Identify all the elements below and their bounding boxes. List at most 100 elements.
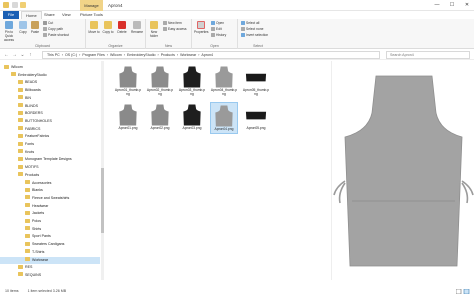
nav-item[interactable]: Shirts <box>0 226 100 233</box>
paste-button[interactable]: Paste <box>30 21 40 34</box>
file-tile[interactable]: Apron04_thumb.png <box>210 64 238 96</box>
file-tile[interactable]: Apron04.png <box>210 102 238 134</box>
move-to-icon <box>90 21 98 29</box>
nav-item-label: Products <box>25 172 40 177</box>
breadcrumb-item[interactable]: EmbroideryStudio <box>127 53 156 57</box>
nav-item[interactable]: MOTIFS <box>0 164 100 171</box>
nav-item[interactable]: BORDERS <box>0 110 100 117</box>
forward-button[interactable]: → <box>11 51 18 59</box>
nav-item[interactable]: Fleece and Sweatshirts <box>0 195 100 202</box>
properties-icon[interactable] <box>12 2 18 8</box>
apron-thumbnail-image <box>245 73 267 82</box>
manage-contextual-tab[interactable]: Manage <box>80 0 103 11</box>
nav-item[interactable]: Headwear <box>0 203 100 210</box>
nav-item-label: BLINDS <box>25 103 38 108</box>
maximize-button[interactable]: ☐ <box>445 0 459 11</box>
copy-path-button[interactable]: Copy path <box>43 27 63 32</box>
nav-item[interactable]: Blanks <box>0 187 100 194</box>
breadcrumb-item[interactable]: Program Files <box>82 53 104 57</box>
nav-item[interactable]: BUTTONHOLES <box>0 118 100 125</box>
nav-item[interactable]: Accessories <box>0 180 100 187</box>
view-toggle-icons[interactable] <box>456 289 470 294</box>
file-tile[interactable]: Apron05_thumb.png <box>242 64 270 96</box>
open-button[interactable]: Open <box>211 21 224 26</box>
easy-access-button[interactable]: Easy access <box>163 27 187 32</box>
nav-item[interactable]: Billboards <box>0 87 100 94</box>
nav-item[interactable]: Jackets <box>0 210 100 217</box>
delete-button[interactable]: Delete <box>116 21 128 34</box>
file-tile[interactable]: Apron03_thumb.png <box>178 64 206 96</box>
file-tile[interactable]: Apron02.png <box>146 102 174 134</box>
search-input[interactable]: Search Apron4 <box>386 51 470 59</box>
nav-item[interactable]: FeatureFabrics <box>0 133 100 140</box>
nav-scrollbar-thumb[interactable] <box>101 168 104 233</box>
new-item-button[interactable]: New item <box>163 21 182 26</box>
folder-icon <box>18 272 23 277</box>
pin-button[interactable]: Pin to Quick access <box>2 21 16 42</box>
nav-item[interactable]: BEADS <box>0 79 100 86</box>
nav-item[interactable]: Sport Pants <box>0 233 100 240</box>
properties-button[interactable]: Properties <box>194 21 209 34</box>
folder-icon <box>18 95 23 100</box>
tab-share[interactable]: Share <box>40 11 59 19</box>
recent-button[interactable]: ⌄ <box>19 51 26 59</box>
close-button[interactable]: ✕ <box>460 0 474 11</box>
select-all-button[interactable]: Select all <box>241 21 259 26</box>
nav-item[interactable]: Fonts <box>0 141 100 148</box>
breadcrumb-item[interactable]: Wilcom <box>110 53 122 57</box>
nav-item[interactable]: EmbroideryStudio <box>0 72 100 79</box>
nav-scrollbar[interactable] <box>101 61 104 280</box>
file-tile[interactable]: Apron03.png <box>178 102 206 134</box>
nav-item[interactable]: Wilcom <box>0 64 100 71</box>
nav-item[interactable]: T-Shirts <box>0 249 100 256</box>
nav-item[interactable]: Polos <box>0 218 100 225</box>
copy-button[interactable]: Copy <box>18 21 28 34</box>
edit-button[interactable]: Edit <box>211 27 222 32</box>
tab-view[interactable]: View <box>58 11 75 19</box>
file-tile[interactable]: Apron01_thumb.png <box>114 64 142 96</box>
move-to-button[interactable]: Move to <box>88 21 100 34</box>
rename-button[interactable]: Rename <box>130 21 144 34</box>
invert-selection-button[interactable]: Invert selection <box>241 33 268 38</box>
clipboard-group: Pin to Quick access Copy Paste Cut Copy … <box>0 19 86 49</box>
file-tile[interactable]: Apron01.png <box>114 102 142 134</box>
back-button[interactable]: ← <box>3 51 10 59</box>
nav-item[interactable]: Workwear <box>0 256 100 264</box>
new-folder-icon <box>150 21 158 29</box>
new-folder-icon[interactable] <box>20 2 26 8</box>
folder-icon <box>25 180 30 185</box>
nav-item[interactable]: Products <box>0 172 100 179</box>
copy-to-button[interactable]: Copy to <box>102 21 114 34</box>
file-tile[interactable]: Apron05.png <box>242 102 270 134</box>
select-group-label: Select <box>253 44 263 48</box>
address-bar[interactable]: This PC › OS (C:) › Program Files › Wilcom › Emb… <box>42 51 380 59</box>
edit-label: Edit <box>216 27 222 31</box>
nav-item[interactable]: SEQUINS <box>0 272 100 279</box>
tab-home[interactable]: Home <box>21 11 42 19</box>
select-none-button[interactable]: Select none <box>241 27 263 32</box>
nav-item[interactable]: Monogram Template Designs <box>0 156 100 163</box>
nav-item[interactable]: FABRICS <box>0 126 100 133</box>
nav-item[interactable]: RES <box>0 264 100 271</box>
delete-label: Delete <box>117 30 127 34</box>
breadcrumb-item[interactable]: This PC <box>47 53 60 57</box>
tab-file[interactable]: File <box>3 11 19 19</box>
history-button[interactable]: History <box>211 33 226 38</box>
nav-item[interactable]: BIN <box>0 95 100 102</box>
breadcrumb-item[interactable]: OS (C:) <box>65 53 77 57</box>
breadcrumb-item[interactable]: Apron4 <box>201 53 213 57</box>
nav-item[interactable]: BLINDS <box>0 103 100 110</box>
up-button[interactable]: ↑ <box>27 51 34 59</box>
new-folder-button[interactable]: New folder <box>148 21 160 38</box>
cut-button[interactable]: Cut <box>43 21 53 26</box>
tab-picture-tools[interactable]: Picture Tools <box>76 11 107 19</box>
select-group: Select all Select none Invert selection … <box>238 19 278 49</box>
breadcrumb-item[interactable]: Workwear <box>180 53 196 57</box>
nav-item[interactable]: Knots <box>0 149 100 156</box>
file-tile[interactable]: Apron02_thumb.png <box>146 64 174 96</box>
nav-item[interactable]: Sweaters Cardigans <box>0 241 100 248</box>
minimize-button[interactable]: — <box>430 0 444 11</box>
breadcrumb-item[interactable]: Products <box>161 53 175 57</box>
item-count: 10 items <box>5 289 19 293</box>
paste-shortcut-button[interactable]: Paste shortcut <box>43 33 69 38</box>
